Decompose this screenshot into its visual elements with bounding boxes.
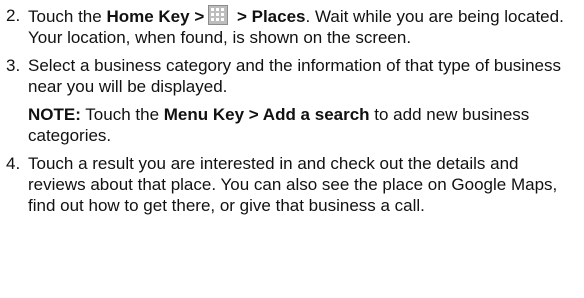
step-text: Select a business category and the infor… bbox=[28, 56, 561, 96]
step-number: 2. bbox=[6, 6, 21, 25]
step-body: Touch the Home Key > > Places. Wait whil… bbox=[28, 5, 566, 48]
step-text: Touch the bbox=[28, 7, 107, 26]
note-paragraph: NOTE: Touch the Menu Key > Add a search … bbox=[28, 104, 566, 146]
instruction-page: 2. Touch the Home Key > > Places. Wait w… bbox=[0, 0, 584, 298]
step-text: Touch the bbox=[80, 105, 164, 124]
places-label: > Places bbox=[232, 7, 306, 26]
step-body: Touch a result you are interested in and… bbox=[28, 153, 566, 216]
step-4: 4. Touch a result you are interested in … bbox=[0, 153, 566, 216]
note-label: NOTE: bbox=[28, 105, 81, 124]
step-text: Touch a result you are interested in and… bbox=[28, 154, 558, 215]
step-2: 2. Touch the Home Key > > Places. Wait w… bbox=[0, 5, 566, 48]
home-key-label: Home Key > bbox=[106, 7, 205, 26]
apps-grid-icon bbox=[208, 5, 229, 25]
step-number: 4. bbox=[6, 154, 21, 173]
menu-key-label: Menu Key > Add a search bbox=[163, 105, 370, 124]
step-paragraph: Select a business category and the infor… bbox=[28, 55, 566, 97]
step-paragraph: Touch the Home Key > > Places. Wait whil… bbox=[28, 5, 566, 48]
step-number: 3. bbox=[6, 56, 21, 75]
step-3: 3. Select a business category and the in… bbox=[0, 55, 566, 146]
step-body: Select a business category and the infor… bbox=[28, 55, 566, 146]
step-paragraph: Touch a result you are interested in and… bbox=[28, 153, 566, 216]
